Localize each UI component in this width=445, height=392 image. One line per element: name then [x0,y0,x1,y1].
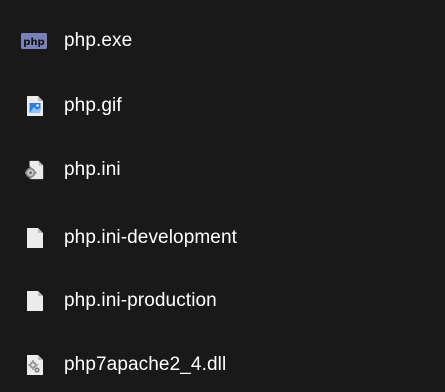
file-item-php-ini-development[interactable]: php.ini-development [0,218,445,258]
file-list: php php.exe php.gif php.ini php.ini-deve… [0,0,445,392]
file-item-php-exe[interactable]: php php.exe [0,21,445,61]
file-name: php.exe [64,30,133,51]
image-file-icon [25,95,45,117]
file-name: php7apache2_4.dll [64,354,227,375]
file-item-php7apache2-4-dll[interactable]: php7apache2_4.dll [0,345,445,385]
svg-text:php: php [23,37,44,48]
file-name: php.ini-production [64,290,217,311]
blank-file-icon [25,290,45,312]
file-name: php.ini [64,159,121,180]
file-name: php.gif [64,95,122,116]
file-item-php-gif[interactable]: php.gif [0,86,445,126]
dll-file-icon [25,354,45,376]
file-item-php-ini[interactable]: php.ini [0,150,445,190]
blank-file-icon [25,227,45,249]
php-exe-icon: php [21,30,47,52]
settings-file-icon [25,159,45,181]
file-item-php-ini-production[interactable]: php.ini-production [0,281,445,321]
file-name: php.ini-development [64,227,238,248]
